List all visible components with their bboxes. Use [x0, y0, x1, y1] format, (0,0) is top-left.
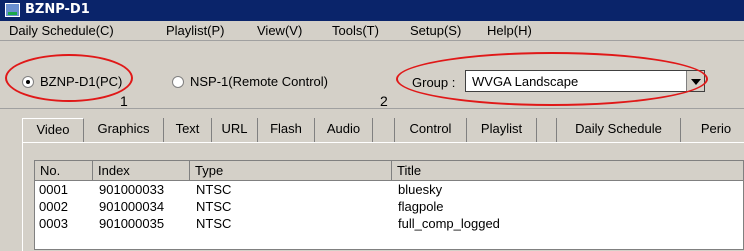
radio-nsp-remote-label[interactable]: NSP-1(Remote Control) [190, 74, 328, 89]
cell-no: 0003 [39, 216, 68, 231]
tab-graphics[interactable]: Graphics [84, 118, 164, 142]
menu-tools[interactable]: Tools(T) [332, 23, 379, 38]
menu-playlist[interactable]: Playlist(P) [166, 23, 225, 38]
video-list-table: No. Index Type Title 0001 901000033 NTSC… [34, 160, 744, 250]
menu-help[interactable]: Help(H) [487, 23, 532, 38]
column-header-index[interactable]: Index [93, 161, 190, 181]
menu-bar: Daily Schedule(C) Playlist(P) View(V) To… [0, 21, 744, 41]
cell-title: full_comp_logged [398, 216, 500, 231]
cell-type: NTSC [196, 182, 232, 197]
table-row[interactable]: 0001 901000033 NTSC bluesky [35, 182, 743, 199]
tab-daily-schedule[interactable]: Daily Schedule [557, 118, 681, 142]
menu-view[interactable]: View(V) [257, 23, 302, 38]
tab-blank-1[interactable] [373, 118, 395, 142]
window-title: BZNP-D1 [25, 2, 90, 17]
cell-index: 901000034 [99, 199, 165, 214]
column-header-title[interactable]: Title [392, 161, 743, 181]
tab-playlist[interactable]: Playlist [467, 118, 537, 142]
table-row[interactable]: 0002 901000034 NTSC flagpole [35, 199, 743, 216]
app-icon [5, 3, 20, 17]
menu-daily-schedule[interactable]: Daily Schedule(C) [9, 23, 114, 38]
tab-url[interactable]: URL [212, 118, 258, 142]
tab-video[interactable]: Video [22, 118, 84, 142]
tab-audio[interactable]: Audio [315, 118, 373, 142]
window-title-bar: BZNP-D1 [0, 0, 744, 21]
tab-flash[interactable]: Flash [258, 118, 315, 142]
cell-index: 901000033 [99, 182, 165, 197]
column-header-type[interactable]: Type [190, 161, 392, 181]
separator [0, 108, 744, 109]
cell-title: flagpole [398, 199, 444, 214]
cell-type: NTSC [196, 199, 232, 214]
cell-no: 0001 [39, 182, 68, 197]
annotation-marker-1: 1 [120, 93, 128, 109]
cell-title: bluesky [398, 182, 443, 197]
cell-type: NTSC [196, 216, 232, 231]
column-header-no[interactable]: No. [35, 161, 93, 181]
annotation-marker-2: 2 [380, 93, 388, 109]
tab-strip: Video Graphics Text URL Flash Audio Cont… [22, 118, 744, 142]
radio-nsp-remote[interactable] [172, 76, 184, 88]
annotation-ellipse-2 [396, 52, 708, 106]
tab-period[interactable]: Perio [681, 118, 744, 142]
cell-no: 0002 [39, 199, 68, 214]
cell-index: 901000035 [99, 216, 165, 231]
tab-control[interactable]: Control [395, 118, 467, 142]
menu-setup[interactable]: Setup(S) [410, 23, 461, 38]
annotation-ellipse-1 [5, 54, 133, 102]
table-row[interactable]: 0003 901000035 NTSC full_comp_logged [35, 216, 743, 233]
tab-text[interactable]: Text [164, 118, 212, 142]
tab-blank-2[interactable] [537, 118, 557, 142]
